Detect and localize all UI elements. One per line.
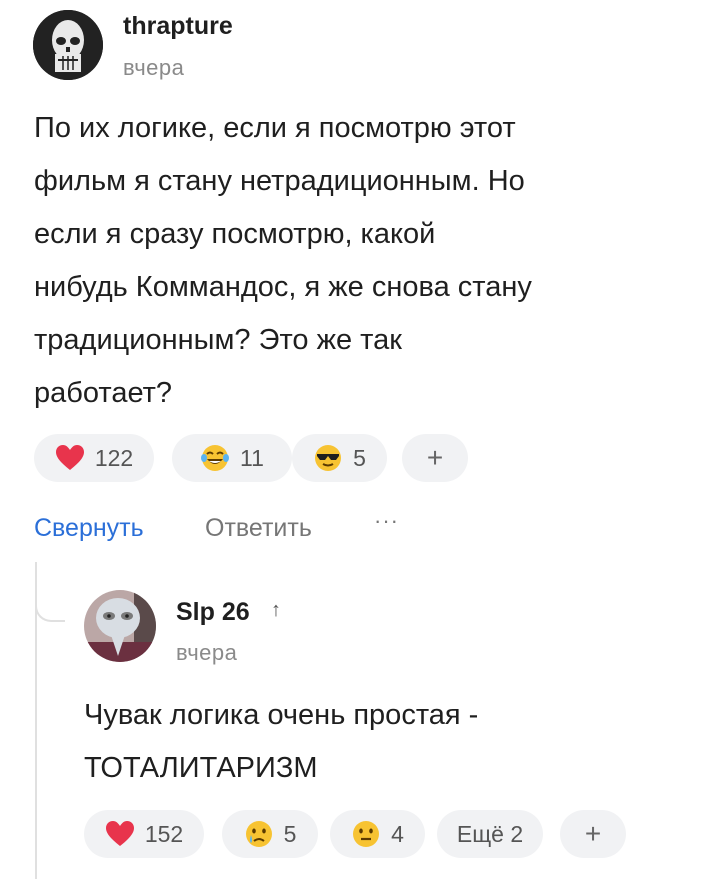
reply-text: Чувак логика очень простая - ТОТАЛИТАРИЗ… (84, 689, 704, 795)
comment-line: нибудь Коммандос, я же снова стану (34, 271, 532, 303)
reply-avatar[interactable] (84, 590, 156, 662)
comment-line: если я сразу посмотрю, какой (34, 218, 436, 250)
neutral-face-icon (353, 821, 380, 847)
reply-add-reaction-button[interactable]: + (560, 810, 626, 858)
add-reaction-button[interactable]: + (402, 434, 468, 482)
thread-branch (35, 590, 65, 622)
author-name[interactable]: thrapture (123, 12, 233, 41)
more-options-icon[interactable]: ··· (374, 508, 399, 534)
reaction-heart[interactable]: 122 (34, 434, 154, 482)
reply-time: вчера (176, 640, 238, 665)
reply-button[interactable]: Ответить (205, 514, 312, 543)
heart-icon (55, 445, 84, 470)
tears-of-joy-icon (201, 445, 230, 471)
reply-line: Чувак логика очень простая - (84, 699, 479, 731)
reaction-count: 5 (283, 820, 297, 847)
comment-line: традиционным? Это же так (34, 324, 402, 356)
heart-icon (105, 821, 134, 846)
reaction-count: 152 (144, 820, 184, 847)
reaction-count: 4 (391, 820, 404, 847)
reaction-count: 122 (94, 444, 134, 471)
reply-reaction-heart[interactable]: 152 (84, 810, 204, 858)
reply-reaction-neutral[interactable]: 4 (330, 810, 425, 858)
reply-reaction-cry[interactable]: 5 (222, 810, 318, 858)
reaction-cool[interactable]: 5 (292, 434, 387, 482)
alien-avatar-icon (84, 590, 156, 662)
avatar[interactable] (33, 10, 103, 80)
comment-line: работает? (34, 377, 173, 409)
reply-author-name[interactable]: Slp 26 (176, 598, 250, 627)
reply-arrow-icon[interactable]: ↑ (271, 599, 281, 622)
comment-text: По их логике, если я посмотрю этот фильм… (34, 102, 694, 420)
comment-line: фильм я стану нетрадиционным. Но (34, 165, 525, 197)
reply-line: ТОТАЛИТАРИЗМ (84, 752, 318, 784)
comment-time: вчера (123, 55, 185, 80)
reaction-count: 5 (353, 444, 366, 471)
reaction-count: 11 (240, 444, 264, 471)
sunglasses-icon (315, 445, 342, 471)
comment-line: По их логике, если я посмотрю этот (34, 112, 516, 144)
reaction-laugh[interactable]: 11 (172, 434, 292, 482)
skull-avatar-icon (33, 10, 103, 80)
crying-face-icon (245, 821, 272, 847)
collapse-button[interactable]: Свернуть (34, 514, 144, 543)
more-reactions-button[interactable]: Ещё 2 (437, 810, 543, 858)
